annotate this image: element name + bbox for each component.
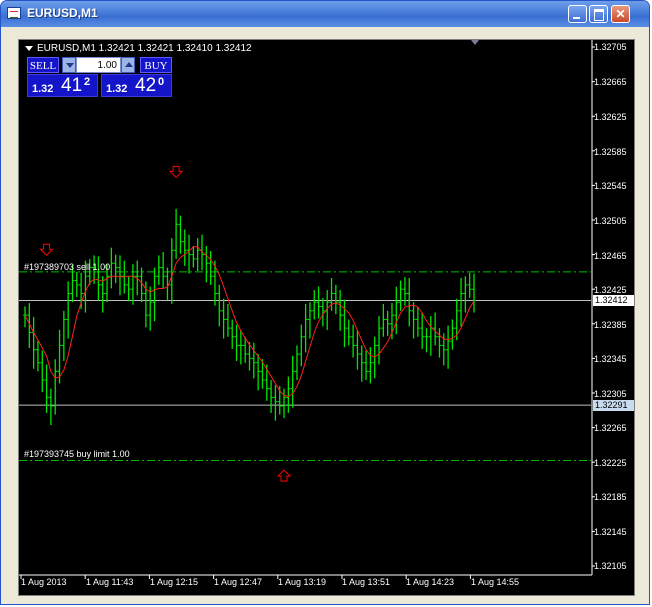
one-click-trade-panel: SELL 1.00 BUY 1.32 41 2 1.32 42 0 (27, 57, 172, 97)
low-price-tag: 1.32291 (593, 400, 634, 412)
price-axis-label: 1.32625 (594, 112, 627, 122)
sell-order-label[interactable]: #197389703 sell 1.00 (24, 262, 110, 272)
price-axis-label: 1.32265 (594, 423, 627, 433)
buy-quote-pips: 42 (135, 75, 157, 96)
time-axis-label: 1 Aug 12:15 (150, 577, 199, 587)
chart-shift-icon (471, 40, 479, 45)
buy-quote-point: 0 (158, 76, 165, 88)
sell-quote-pips: 41 (61, 75, 83, 96)
chart-canvas[interactable] (19, 40, 635, 596)
price-axis-label: 1.32425 (594, 285, 627, 295)
buy-button[interactable]: BUY (140, 57, 172, 73)
buy-quote-main: 1.32 (106, 83, 128, 95)
time-axis-label: 1 Aug 2013 (21, 577, 67, 587)
lot-decrease-button[interactable] (62, 57, 76, 73)
lot-size-input[interactable]: 1.00 (76, 57, 121, 73)
price-axis-label: 1.32465 (594, 251, 627, 261)
price-axis-label: 1.32505 (594, 216, 627, 226)
price-chart[interactable]: EURUSD,M1 1.32421 1.32421 1.32410 1.3241… (18, 39, 635, 596)
price-axis-label: 1.32665 (594, 77, 627, 87)
price-axis-label: 1.32585 (594, 147, 627, 157)
sell-quote-point: 2 (84, 76, 91, 88)
close-icon: ✕ (615, 7, 626, 21)
buy-limit-order-label[interactable]: #197393745 buy limit 1.00 (24, 449, 130, 459)
sell-quote-main: 1.32 (32, 83, 54, 95)
symbol-quote-line: EURUSD,M1 1.32421 1.32421 1.32410 1.3241… (37, 43, 252, 54)
chevron-down-icon (66, 63, 74, 68)
close-button[interactable]: ✕ (611, 5, 630, 23)
maximize-icon (594, 9, 604, 21)
chart-window: EURUSD,M1 ✕ EURUSD,M1 1.32421 1.32421 1.… (0, 0, 650, 605)
minimize-button[interactable] (568, 5, 587, 23)
header-dropdown-icon[interactable] (25, 45, 33, 51)
maximize-button[interactable] (589, 5, 608, 23)
window-title: EURUSD,M1 (27, 6, 98, 20)
sell-arrow-icon (39, 243, 54, 256)
minimize-icon (573, 17, 580, 19)
lot-increase-button[interactable] (121, 57, 135, 73)
chart-window-icon (7, 7, 21, 19)
price-axis-label: 1.32145 (594, 527, 627, 537)
time-axis-label: 1 Aug 14:23 (406, 577, 455, 587)
chevron-up-icon (125, 62, 133, 67)
price-axis-label: 1.32545 (594, 181, 627, 191)
sell-arrow-icon (168, 165, 184, 179)
price-axis-label: 1.32385 (594, 320, 627, 330)
sell-button[interactable]: SELL (27, 57, 59, 73)
price-axis-label: 1.32225 (594, 458, 627, 468)
time-axis-label: 1 Aug 12:47 (214, 577, 263, 587)
time-axis-label: 1 Aug 11:43 (86, 577, 134, 587)
time-axis-label: 1 Aug 13:51 (342, 577, 391, 587)
price-axis-label: 1.32105 (594, 561, 627, 571)
time-axis-label: 1 Aug 14:55 (471, 577, 520, 587)
buy-arrow-icon (276, 469, 292, 482)
bid-price-tag: 1.32412 (593, 295, 634, 307)
price-axis-label: 1.32185 (594, 492, 627, 502)
title-bar[interactable]: EURUSD,M1 ✕ (1, 1, 649, 27)
price-axis-label: 1.32305 (594, 389, 627, 399)
time-axis-label: 1 Aug 13:19 (278, 577, 327, 587)
buy-quote[interactable]: 1.32 42 0 (101, 74, 172, 97)
price-axis-label: 1.32705 (594, 42, 627, 52)
chart-header: EURUSD,M1 1.32421 1.32421 1.32410 1.3241… (25, 43, 252, 54)
price-axis-label: 1.32345 (594, 354, 627, 364)
sell-quote[interactable]: 1.32 41 2 (27, 74, 98, 97)
